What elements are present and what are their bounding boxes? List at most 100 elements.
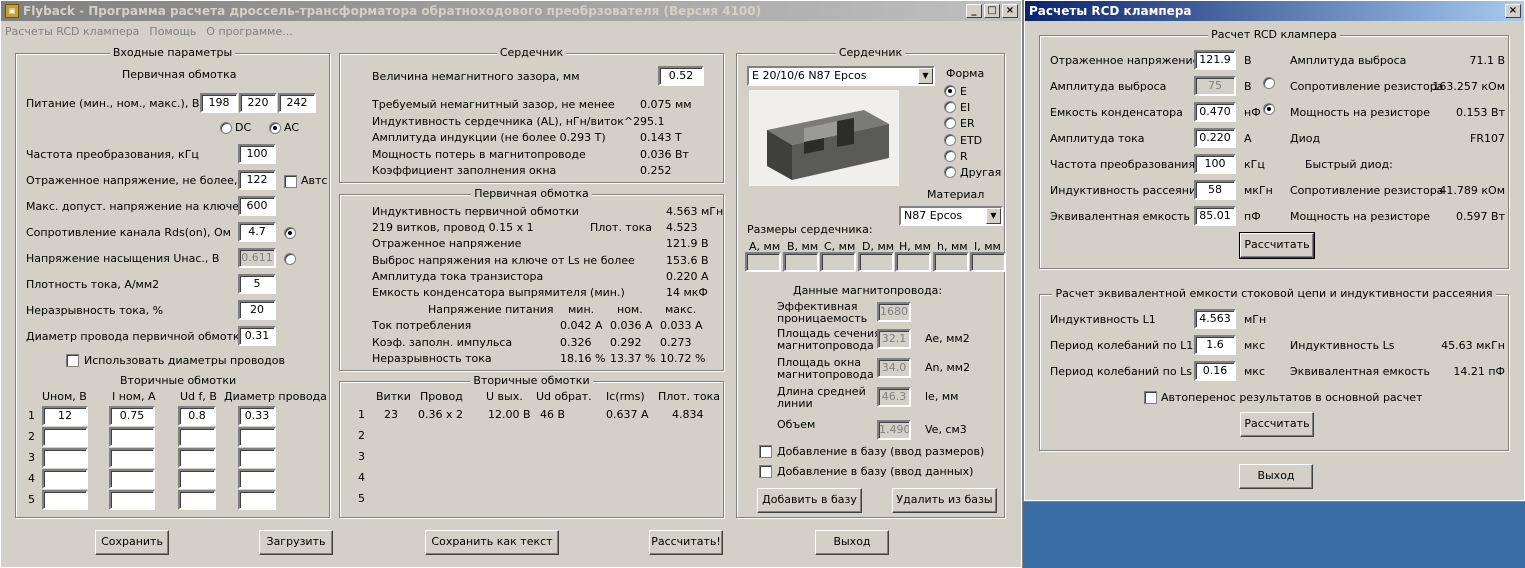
use-diam-checkbox[interactable] <box>66 354 79 367</box>
gap-input[interactable]: 0.52 <box>658 66 704 86</box>
maximize-icon[interactable]: □ <box>984 4 1000 18</box>
sec-u-input[interactable] <box>42 448 88 468</box>
delete-from-db-button[interactable]: Удалить из базы <box>892 488 997 513</box>
primary-label: Отраженное напряжение <box>372 237 522 251</box>
dim-input-1[interactable] <box>783 252 819 272</box>
shape-radio-Другая[interactable] <box>944 166 956 178</box>
rcd-left-input[interactable]: 58 <box>1194 180 1236 200</box>
chevron-down-icon[interactable]: ▼ <box>986 208 1001 224</box>
density-input[interactable]: 5 <box>238 274 276 294</box>
rcd-left-input[interactable]: 0.470 <box>1194 102 1236 122</box>
close-icon[interactable]: × <box>1505 4 1521 18</box>
add-size-checkbox[interactable] <box>759 445 772 458</box>
sec-u-input[interactable] <box>42 469 88 489</box>
shape-radio-R[interactable] <box>944 149 956 162</box>
sec-out-header: Плот. тока <box>658 390 720 403</box>
save-button[interactable]: Сохранить <box>95 530 169 555</box>
sec-i-input[interactable] <box>109 469 155 489</box>
dim-input-3[interactable] <box>858 252 894 272</box>
cap-radio[interactable] <box>1263 103 1275 115</box>
auto-transfer-checkbox[interactable] <box>1144 391 1157 404</box>
sec-ud-input[interactable] <box>178 448 216 468</box>
sec-u-input[interactable] <box>42 427 88 447</box>
eq-left-input[interactable]: 1.6 <box>1194 335 1236 355</box>
rcd-left-input[interactable]: 85.01 <box>1194 206 1236 226</box>
save-as-text-button[interactable]: Сохранить как текст <box>425 530 559 555</box>
rcd-calc-button[interactable]: Рассчитать <box>1239 232 1315 259</box>
sec-i-input[interactable]: 0.75 <box>109 406 155 426</box>
shape-radio-ETD[interactable] <box>944 133 956 146</box>
sec-u-input[interactable]: 12 <box>42 406 88 426</box>
sec-ud-input[interactable]: 0.8 <box>178 406 216 426</box>
mag-value: 1680 <box>877 302 911 322</box>
ac-radio[interactable] <box>269 122 281 134</box>
refl-input[interactable]: 122 <box>238 170 276 190</box>
mag-unit: Ve, см3 <box>925 423 967 436</box>
sec-d-input[interactable] <box>238 427 276 447</box>
minimize-icon[interactable]: _ <box>966 4 982 18</box>
rcd-left-label: Частота преобразования <box>1050 158 1196 171</box>
load-button[interactable]: Загрузить <box>259 530 333 555</box>
core-calc-value: 0.252 <box>640 164 672 177</box>
close-icon[interactable]: × <box>1002 4 1018 18</box>
dim-input-0[interactable] <box>745 252 781 272</box>
freq-input[interactable]: 100 <box>238 144 276 164</box>
sec-ud-input[interactable] <box>178 469 216 489</box>
exit-button[interactable]: Выход <box>815 530 889 555</box>
rcd-left-input[interactable]: 121.9 <box>1194 50 1236 70</box>
material-combo[interactable]: N87 Epcos ▼ <box>899 206 1003 226</box>
rds-radio[interactable] <box>284 227 296 239</box>
ampl-radio[interactable] <box>1263 77 1275 89</box>
wire-diam-input[interactable]: 0.31 <box>238 326 276 346</box>
dim-input-5[interactable] <box>933 252 969 272</box>
calculate-button[interactable]: Рассчитать! <box>649 530 723 555</box>
mag-unit: An, мм2 <box>925 361 971 374</box>
shape-radio-E[interactable] <box>944 85 956 97</box>
eq-calc-button[interactable]: Рассчитать <box>1240 412 1314 437</box>
sec-i-input[interactable] <box>109 427 155 447</box>
eq-left-input[interactable]: 0.16 <box>1194 361 1236 381</box>
dim-input-2[interactable] <box>820 252 856 272</box>
sec-i-input[interactable] <box>109 490 155 510</box>
menu-about[interactable]: О программе... <box>206 23 292 41</box>
vmax-input[interactable]: 600 <box>238 196 276 216</box>
core-combo[interactable]: E 20/10/6 N87 Epcos ▼ <box>747 66 935 86</box>
shape-radio-EI[interactable] <box>944 101 956 114</box>
rcd-left-input[interactable]: 75 <box>1194 76 1236 96</box>
usat-input[interactable]: 0.611 <box>238 248 276 268</box>
shape-radio-ER[interactable] <box>944 117 956 130</box>
continuity-input[interactable]: 20 <box>238 300 276 320</box>
sec-d-input[interactable] <box>238 490 276 510</box>
supply-min-input[interactable]: 198 <box>200 93 238 113</box>
rcd-titlebar[interactable]: Расчеты RCD клампера × <box>1025 1 1524 21</box>
sec-d-input[interactable] <box>238 469 276 489</box>
dim-input-4[interactable] <box>895 252 931 272</box>
auto-checkbox[interactable] <box>284 175 297 188</box>
sec-u-input[interactable] <box>42 490 88 510</box>
primary-output-title: Первичная обмотка <box>471 187 592 200</box>
chevron-down-icon[interactable]: ▼ <box>918 68 933 84</box>
sec-out-header: U вых. <box>486 390 523 403</box>
col-max: макс. <box>665 303 697 316</box>
supply-nom-input[interactable]: 220 <box>239 93 277 113</box>
menu-help[interactable]: Помощь <box>149 23 196 41</box>
sec-d-input[interactable]: 0.33 <box>238 406 276 426</box>
sec-ud-input[interactable] <box>178 427 216 447</box>
usat-radio[interactable] <box>284 253 296 265</box>
rcd-exit-button[interactable]: Выход <box>1239 464 1313 489</box>
eq-left-input[interactable]: 4.563 <box>1194 309 1236 329</box>
rcd-left-input[interactable]: 100 <box>1194 154 1236 174</box>
add-to-db-button[interactable]: Добавить в базу <box>757 488 862 513</box>
dc-radio[interactable] <box>220 122 232 134</box>
primary-label: Амплитуда тока транзистора <box>372 269 544 283</box>
sec-i-input[interactable] <box>109 448 155 468</box>
rds-input[interactable]: 4.7 <box>238 222 276 242</box>
supply-max-input[interactable]: 242 <box>278 93 316 113</box>
sec-ud-input[interactable] <box>178 490 216 510</box>
menu-rcd[interactable]: Расчеты RCD клампера <box>5 23 139 41</box>
rcd-left-input[interactable]: 0.220 <box>1194 128 1236 148</box>
main-titlebar[interactable]: ▣ Flyback - Программа расчета дроссель-т… <box>1 1 1021 21</box>
sec-d-input[interactable] <box>238 448 276 468</box>
add-data-checkbox[interactable] <box>759 465 772 478</box>
dim-input-6[interactable] <box>970 252 1006 272</box>
